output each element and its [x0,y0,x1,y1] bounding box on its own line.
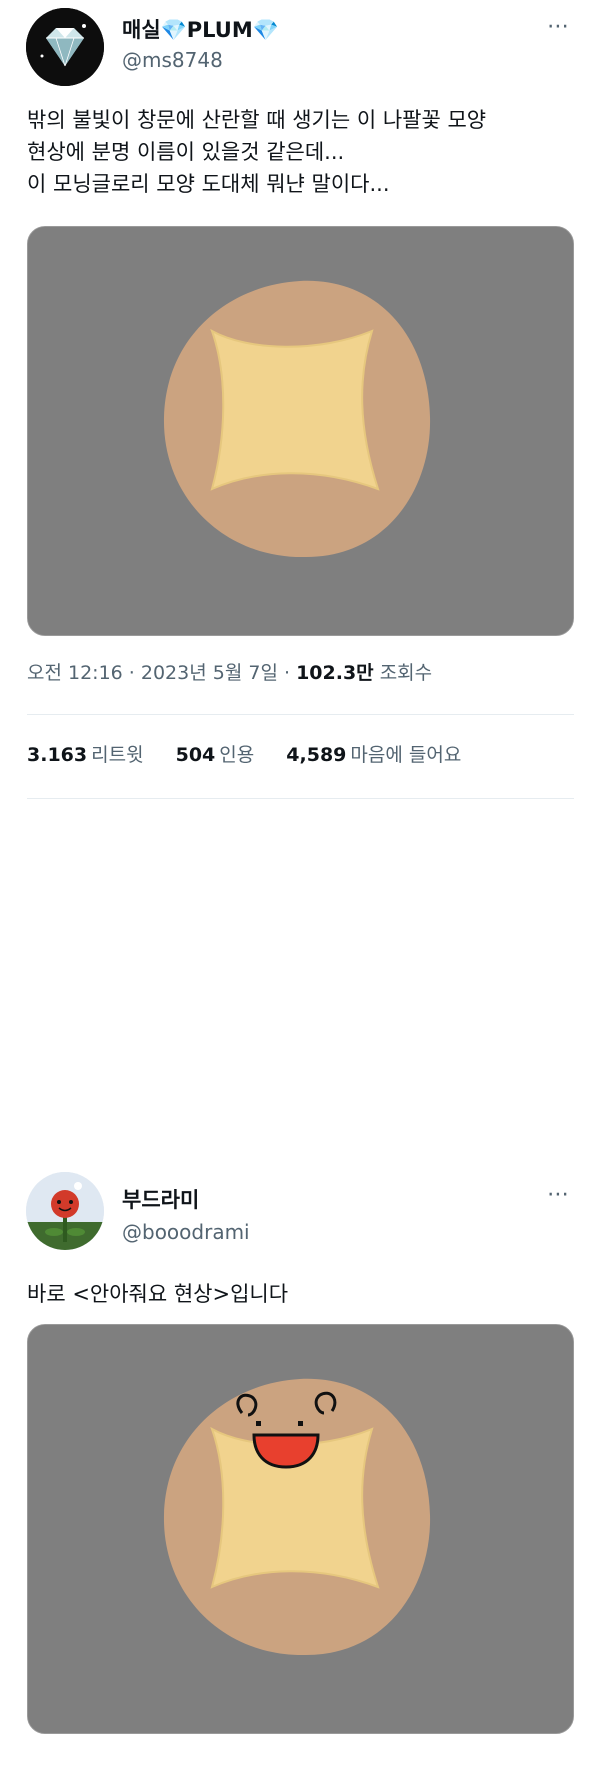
light-blob-illustration [28,227,573,635]
retweets-stat[interactable]: 3.163 리트윗 [27,740,144,767]
avatar-diamond[interactable] [26,8,104,86]
hug-blob-illustration [28,1325,573,1733]
divider [27,714,574,715]
view-label: 조회수 [379,662,433,684]
tweet-text: 밖의 불빛이 창문에 산란할 때 생기는 이 나팔꽃 모양 현상에 분명 이름이… [27,104,579,200]
divider [27,798,574,799]
time-date[interactable]: 오전 12:16 · 2023년 5월 7일 · [27,662,290,684]
avatar-flower[interactable] [26,1172,104,1250]
user-handle[interactable]: @ms8748 [122,48,223,72]
more-options-icon[interactable]: ⋯ [547,14,570,39]
view-count: 102.3만 [296,662,374,684]
tweet-text-line: 밖의 불빛이 창문에 산란할 때 생기는 이 나팔꽃 모양 [27,108,487,132]
quotes-stat[interactable]: 504 인용 [176,740,255,767]
likes-stat[interactable]: 4,589 마음에 들어요 [286,740,461,767]
tweet-text-line: 현상에 분명 이름이 있을것 같은데... [27,140,345,164]
more-options-icon[interactable]: ⋯ [547,1182,570,1207]
tweet-text-line: 이 모닝글로리 모양 도대체 뭐냔 말이다... [27,172,390,196]
flower-icon [26,1172,104,1250]
display-name[interactable]: 매실💎PLUM💎 [122,14,279,44]
diamond-icon [26,8,104,86]
tweet-stats: 3.163 리트윗 504 인용 4,589 마음에 들어요 [27,740,487,767]
tweet-image[interactable] [27,1324,574,1734]
tweet-text: 바로 <안아줘요 현상>입니다 [27,1282,289,1306]
user-handle[interactable]: @booodrami [122,1220,250,1244]
display-name[interactable]: 부드라미 [122,1184,199,1214]
tweet-image[interactable] [27,226,574,636]
tweet-timestamp[interactable]: 오전 12:16 · 2023년 5월 7일 · 102.3만 조회수 [27,658,432,685]
